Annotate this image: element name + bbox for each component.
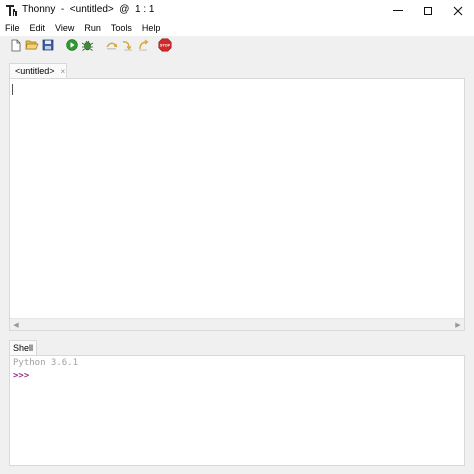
step-into-button[interactable] — [120, 38, 134, 52]
code-editor[interactable] — [9, 78, 465, 331]
window-bottom-border — [0, 466, 474, 474]
minimize-button[interactable] — [383, 0, 413, 21]
step-out-button[interactable] — [136, 38, 150, 52]
close-icon — [453, 6, 463, 15]
step-out-icon — [138, 39, 148, 51]
horizontal-scrollbar[interactable]: ◀ ▶ — [10, 318, 464, 330]
minimize-icon — [393, 10, 403, 11]
stop-button[interactable]: STOP — [158, 38, 172, 52]
open-file-button[interactable] — [25, 38, 39, 52]
run-icon — [66, 39, 78, 51]
menu-view[interactable]: View — [55, 21, 74, 36]
shell-vertical-scrollbar[interactable] — [460, 356, 464, 465]
save-button[interactable] — [41, 38, 55, 52]
maximize-button[interactable] — [413, 0, 443, 21]
scroll-right-icon[interactable]: ▶ — [452, 319, 464, 330]
tab-untitled[interactable]: <untitled> × — [9, 63, 67, 78]
menu-bar: File Edit View Run Tools Help — [0, 21, 474, 36]
run-button[interactable] — [65, 38, 79, 52]
shell-tab-label: Shell — [12, 343, 33, 353]
shell-console[interactable] — [9, 355, 465, 466]
step-over-button[interactable] — [104, 38, 118, 52]
tab-label: <untitled> — [15, 66, 55, 76]
save-icon — [42, 39, 54, 51]
maximize-icon — [424, 6, 432, 15]
menu-edit[interactable]: Edit — [30, 21, 46, 36]
menu-tools[interactable]: Tools — [111, 21, 132, 36]
step-into-icon — [122, 41, 132, 51]
stop-icon: STOP — [158, 38, 172, 52]
tab-close-icon[interactable]: × — [61, 67, 66, 76]
menu-run[interactable]: Run — [84, 21, 101, 36]
menu-file[interactable]: File — [5, 21, 20, 36]
tab-shell[interactable]: Shell — [9, 340, 37, 355]
open-file-icon — [25, 40, 39, 50]
text-cursor — [12, 84, 13, 95]
debug-icon — [81, 40, 93, 51]
new-file-icon — [11, 39, 21, 51]
debug-button[interactable] — [80, 38, 94, 52]
thonny-logo-icon — [5, 4, 19, 17]
window-title: Thonny - <untitled> @ 1 : 1 — [22, 4, 155, 15]
scroll-left-icon[interactable]: ◀ — [10, 319, 22, 330]
python-version-text: Python 3.6.1 — [13, 358, 79, 368]
shell-prompt: >>> — [13, 371, 30, 381]
stop-icon-text: STOP — [160, 44, 171, 48]
pane-divider[interactable] — [0, 334, 474, 338]
step-over-icon — [105, 42, 117, 50]
close-window-button[interactable] — [443, 0, 473, 21]
menu-help[interactable]: Help — [142, 21, 161, 36]
new-file-button[interactable] — [9, 38, 23, 52]
